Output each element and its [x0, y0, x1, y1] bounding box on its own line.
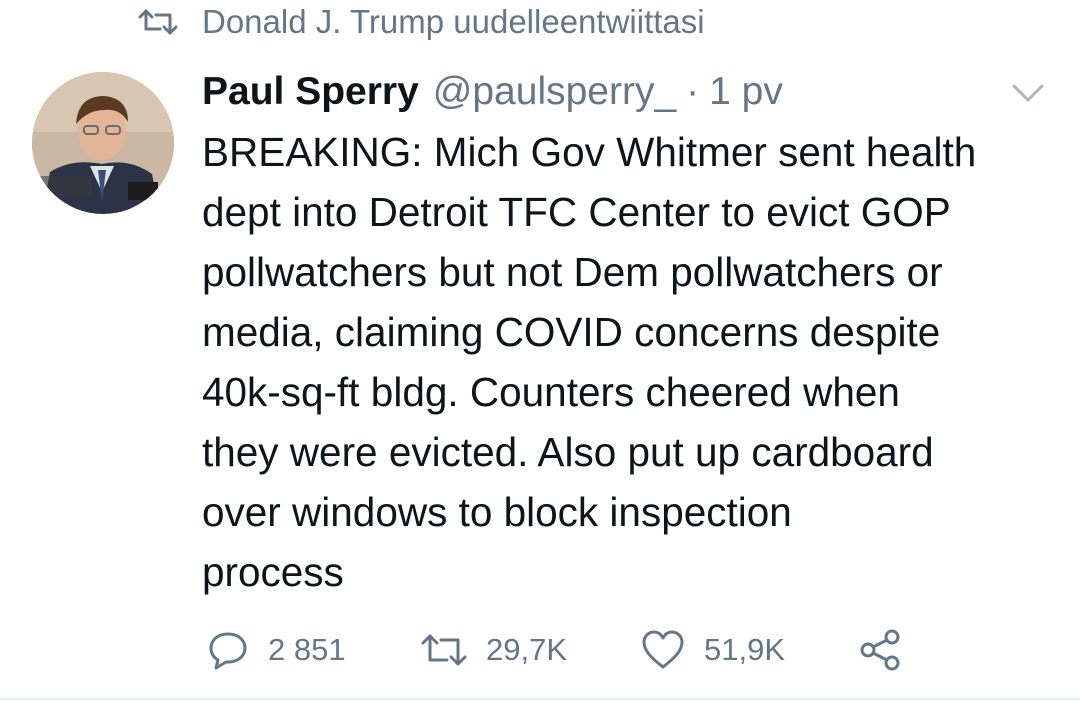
- avatar-photo: [32, 72, 174, 214]
- retweet-context-text[interactable]: Donald J. Trump uudelleentwiittasi: [202, 3, 705, 41]
- tweet-header: Paul Sperry @paulsperry_ · 1 pv: [202, 68, 783, 116]
- tweet-text-line: process: [202, 549, 344, 595]
- tweet-text-line: over windows to block inspection: [202, 489, 792, 535]
- divider: [0, 698, 1080, 700]
- tweet-actions: 2 851 29,7K 51,9K: [0, 622, 1080, 678]
- avatar[interactable]: [32, 72, 174, 214]
- retweet-button[interactable]: 29,7K: [420, 622, 567, 678]
- reply-count: 2 851: [268, 632, 346, 667]
- tweet-text-line: media, claiming COVID concerns despite: [202, 309, 941, 355]
- author-name[interactable]: Paul Sperry: [202, 70, 419, 114]
- retweet-count: 29,7K: [486, 632, 568, 667]
- tweet-text-line: BREAKING: Mich Gov Whitmer sent health: [202, 129, 977, 175]
- author-handle[interactable]: @paulsperry_: [433, 70, 676, 114]
- share-button[interactable]: [858, 622, 920, 678]
- tweet-text: BREAKING: Mich Gov Whitmer sent health d…: [202, 122, 1062, 602]
- tweet-text-line: 40k-sq-ft bldg. Counters cheered when: [202, 369, 900, 415]
- retweet-icon: [138, 9, 178, 35]
- chevron-down-icon[interactable]: [1008, 78, 1048, 106]
- reply-button[interactable]: 2 851: [206, 622, 346, 678]
- reply-icon: [209, 632, 247, 670]
- separator-dot: ·: [686, 70, 700, 113]
- tweet-text-line: dept into Detroit TFC Center to evict GO…: [202, 189, 951, 235]
- like-count: 51,9K: [704, 632, 786, 667]
- heart-icon: [642, 630, 684, 669]
- share-icon: [860, 629, 900, 671]
- tweet-text-line: pollwatchers but not Dem pollwatchers or: [202, 249, 943, 295]
- tweet-text-line: they were evicted. Also put up cardboard: [202, 429, 934, 475]
- tweet-time[interactable]: 1 pv: [709, 70, 783, 114]
- retweet-context: Donald J. Trump uudelleentwiittasi: [138, 0, 705, 44]
- retweet-icon: [421, 634, 467, 666]
- like-button[interactable]: 51,9K: [640, 622, 785, 678]
